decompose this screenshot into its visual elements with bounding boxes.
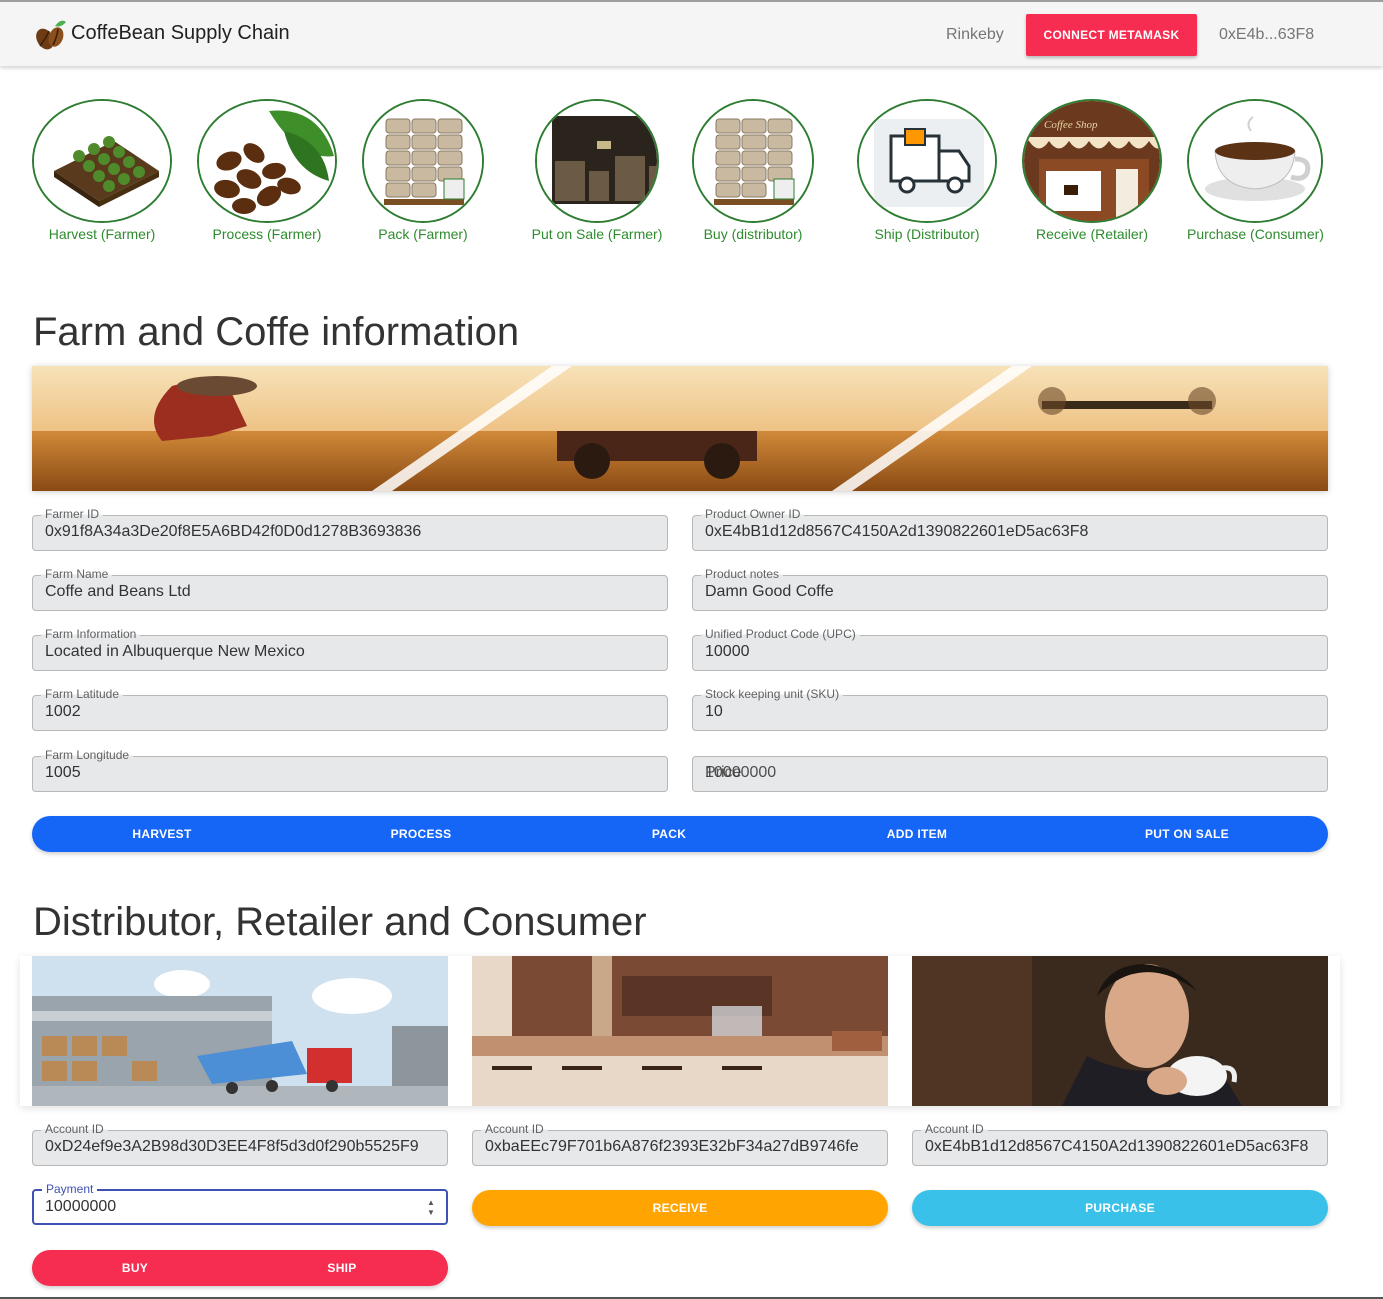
step-process[interactable]: Process (Farmer) (197, 99, 337, 242)
upc-field[interactable]: Unified Product Code (UPC) 10000 (692, 627, 1328, 671)
step-label: Receive (Retailer) (1035, 226, 1149, 242)
coffee-beans-icon (197, 99, 337, 223)
step-label: Process (Farmer) (212, 226, 322, 242)
field-label: Farm Information (41, 627, 141, 641)
field-label: Farmer ID (41, 507, 103, 521)
field-value: Damn Good Coffe (705, 583, 834, 600)
field-value: 1002 (45, 703, 81, 720)
process-button[interactable]: PROCESS (391, 827, 452, 841)
field-label: Account ID (481, 1122, 548, 1136)
farmer-id-field[interactable]: Farmer ID 0x91f8A34a3De20f8E5A6BD42f0D0d… (32, 507, 668, 551)
sku-field[interactable]: Stock keeping unit (SKU) 10 (692, 687, 1328, 731)
field-label: Account ID (921, 1122, 988, 1136)
retailer-cafe-image (472, 956, 888, 1106)
network-label: Rinkeby (946, 26, 1004, 43)
step-label: Harvest (Farmer) (48, 226, 156, 242)
step-harvest[interactable]: Harvest (Farmer) (32, 99, 172, 242)
field-label: Farm Longitude (41, 748, 134, 762)
purchase-button[interactable]: PURCHASE (912, 1190, 1328, 1226)
consumer-drinking-coffee-image (912, 956, 1328, 1106)
step-label: Buy (distributor) (703, 226, 803, 242)
ship-button[interactable]: SHIP (327, 1261, 356, 1275)
coffee-shop-icon: Coffee Shop (1022, 99, 1162, 223)
field-value: 10 (705, 703, 723, 720)
number-stepper-icon[interactable]: ▲ ▼ (426, 1198, 436, 1218)
consumer-account-field[interactable]: Account ID 0xE4bB1d12d8567C4150A2d139082… (912, 1122, 1328, 1166)
field-label: Unified Product Code (UPC) (701, 627, 860, 641)
retailer-account-field[interactable]: Account ID 0xbaEEc79F701b6A876f2393E32bF… (472, 1122, 888, 1166)
coffee-cup-icon (1187, 99, 1323, 223)
buy-button[interactable]: BUY (122, 1261, 148, 1275)
connect-metamask-button[interactable]: CONNECT METAMASK (1026, 14, 1197, 56)
farm-field-icon (32, 99, 172, 223)
farm-latitude-field[interactable]: Farm Latitude 1002 (32, 687, 668, 731)
step-label: Put on Sale (Farmer) (531, 226, 663, 242)
receive-button-label: RECEIVE (652, 1201, 708, 1215)
field-label: Stock keeping unit (SKU) (701, 687, 844, 701)
field-value: 0x91f8A34a3De20f8E5A6BD42f0D0d1278B36938… (45, 523, 422, 540)
field-label: Payment (42, 1182, 98, 1196)
put-on-sale-button[interactable]: PUT ON SALE (1145, 827, 1229, 841)
step-receive[interactable]: Coffee Shop Receive (Retailer) (1022, 99, 1162, 242)
app-title: CoffeBean Supply Chain (71, 22, 290, 44)
add-item-button[interactable]: ADD ITEM (887, 827, 947, 841)
product-owner-id-field[interactable]: Product Owner ID 0xE4bB1d12d8567C4150A2d… (692, 507, 1328, 551)
price-field[interactable]: Price 10000000 (692, 756, 1328, 792)
receive-button[interactable]: RECEIVE (472, 1190, 888, 1226)
farm-section-title: Farm and Coffe information (33, 310, 520, 354)
delivery-truck-icon (857, 99, 997, 223)
pack-button[interactable]: PACK (652, 827, 686, 841)
field-value: 1005 (45, 764, 81, 781)
farm-banner-image (32, 366, 1328, 491)
field-label: Farm Name (41, 567, 113, 581)
farm-name-field[interactable]: Farm Name Coffe and Beans Ltd (32, 567, 668, 611)
account-address: 0xE4b...63F8 (1219, 26, 1315, 43)
step-label: Pack (Farmer) (378, 226, 468, 242)
coffee-sacks-icon (692, 99, 814, 223)
purchase-button-label: PURCHASE (1085, 1201, 1155, 1215)
distributor-account-field[interactable]: Account ID 0xD24ef9e3A2B98d30D3EE4F8f5d3… (32, 1122, 448, 1166)
product-notes-field[interactable]: Product notes Damn Good Coffe (692, 567, 1328, 611)
field-value: 0xD24ef9e3A2B98d30D3EE4F8f5d3d0f290b5525… (45, 1138, 419, 1155)
step-purchase[interactable]: Purchase (Consumer) (1187, 99, 1324, 242)
field-value: 10000000 (45, 1198, 117, 1215)
farm-longitude-field[interactable]: Farm Longitude 1005 (32, 748, 668, 792)
step-label: Purchase (Consumer) (1187, 226, 1324, 242)
step-pack[interactable]: Pack (Farmer) (362, 99, 484, 242)
field-label: Farm Latitude (41, 687, 124, 701)
field-value: 10000 (705, 643, 750, 660)
step-buy[interactable]: Buy (distributor) (692, 99, 814, 242)
step-ship[interactable]: Ship (Distributor) (857, 99, 997, 242)
field-label: Account ID (41, 1122, 108, 1136)
field-value: 0xE4bB1d12d8567C4150A2d1390822601eD5ac63… (705, 523, 1089, 540)
harvest-button[interactable]: HARVEST (132, 827, 191, 841)
field-label: Product Owner ID (701, 507, 805, 521)
farm-information-field[interactable]: Farm Information Located in Albuquerque … (32, 627, 668, 671)
step-put-on-sale[interactable]: Put on Sale (Farmer) (527, 99, 667, 242)
field-value: 0xbaEEc79F701b6A876f2393E32bF34a27dB9746… (485, 1138, 859, 1155)
payment-input[interactable]: Payment 10000000 ▲ ▼ (32, 1182, 448, 1225)
field-value: 0xE4bB1d12d8567C4150A2d1390822601eD5ac63… (925, 1138, 1309, 1155)
shop-sign-text: Coffee Shop (1044, 119, 1098, 131)
price-value: 10000000 (705, 764, 777, 781)
coffee-bean-logo-icon (36, 20, 66, 50)
distributor-warehouse-image (32, 956, 448, 1106)
farm-actions-bar: HARVEST PROCESS PACK ADD ITEM PUT ON SAL… (32, 816, 1328, 852)
field-value: Coffe and Beans Ltd (45, 583, 191, 600)
distribution-section-title: Distributor, Retailer and Consumer (33, 900, 647, 944)
field-label: Product notes (701, 567, 784, 581)
coffee-sacks-icon (362, 99, 484, 223)
step-label: Ship (Distributor) (874, 226, 980, 242)
field-value: Located in Albuquerque New Mexico (45, 643, 305, 660)
distributor-actions-bar: BUY SHIP (32, 1250, 448, 1286)
warehouse-icon (535, 99, 659, 223)
app-bar: CoffeBean Supply Chain Rinkeby CONNECT M… (0, 0, 1383, 66)
